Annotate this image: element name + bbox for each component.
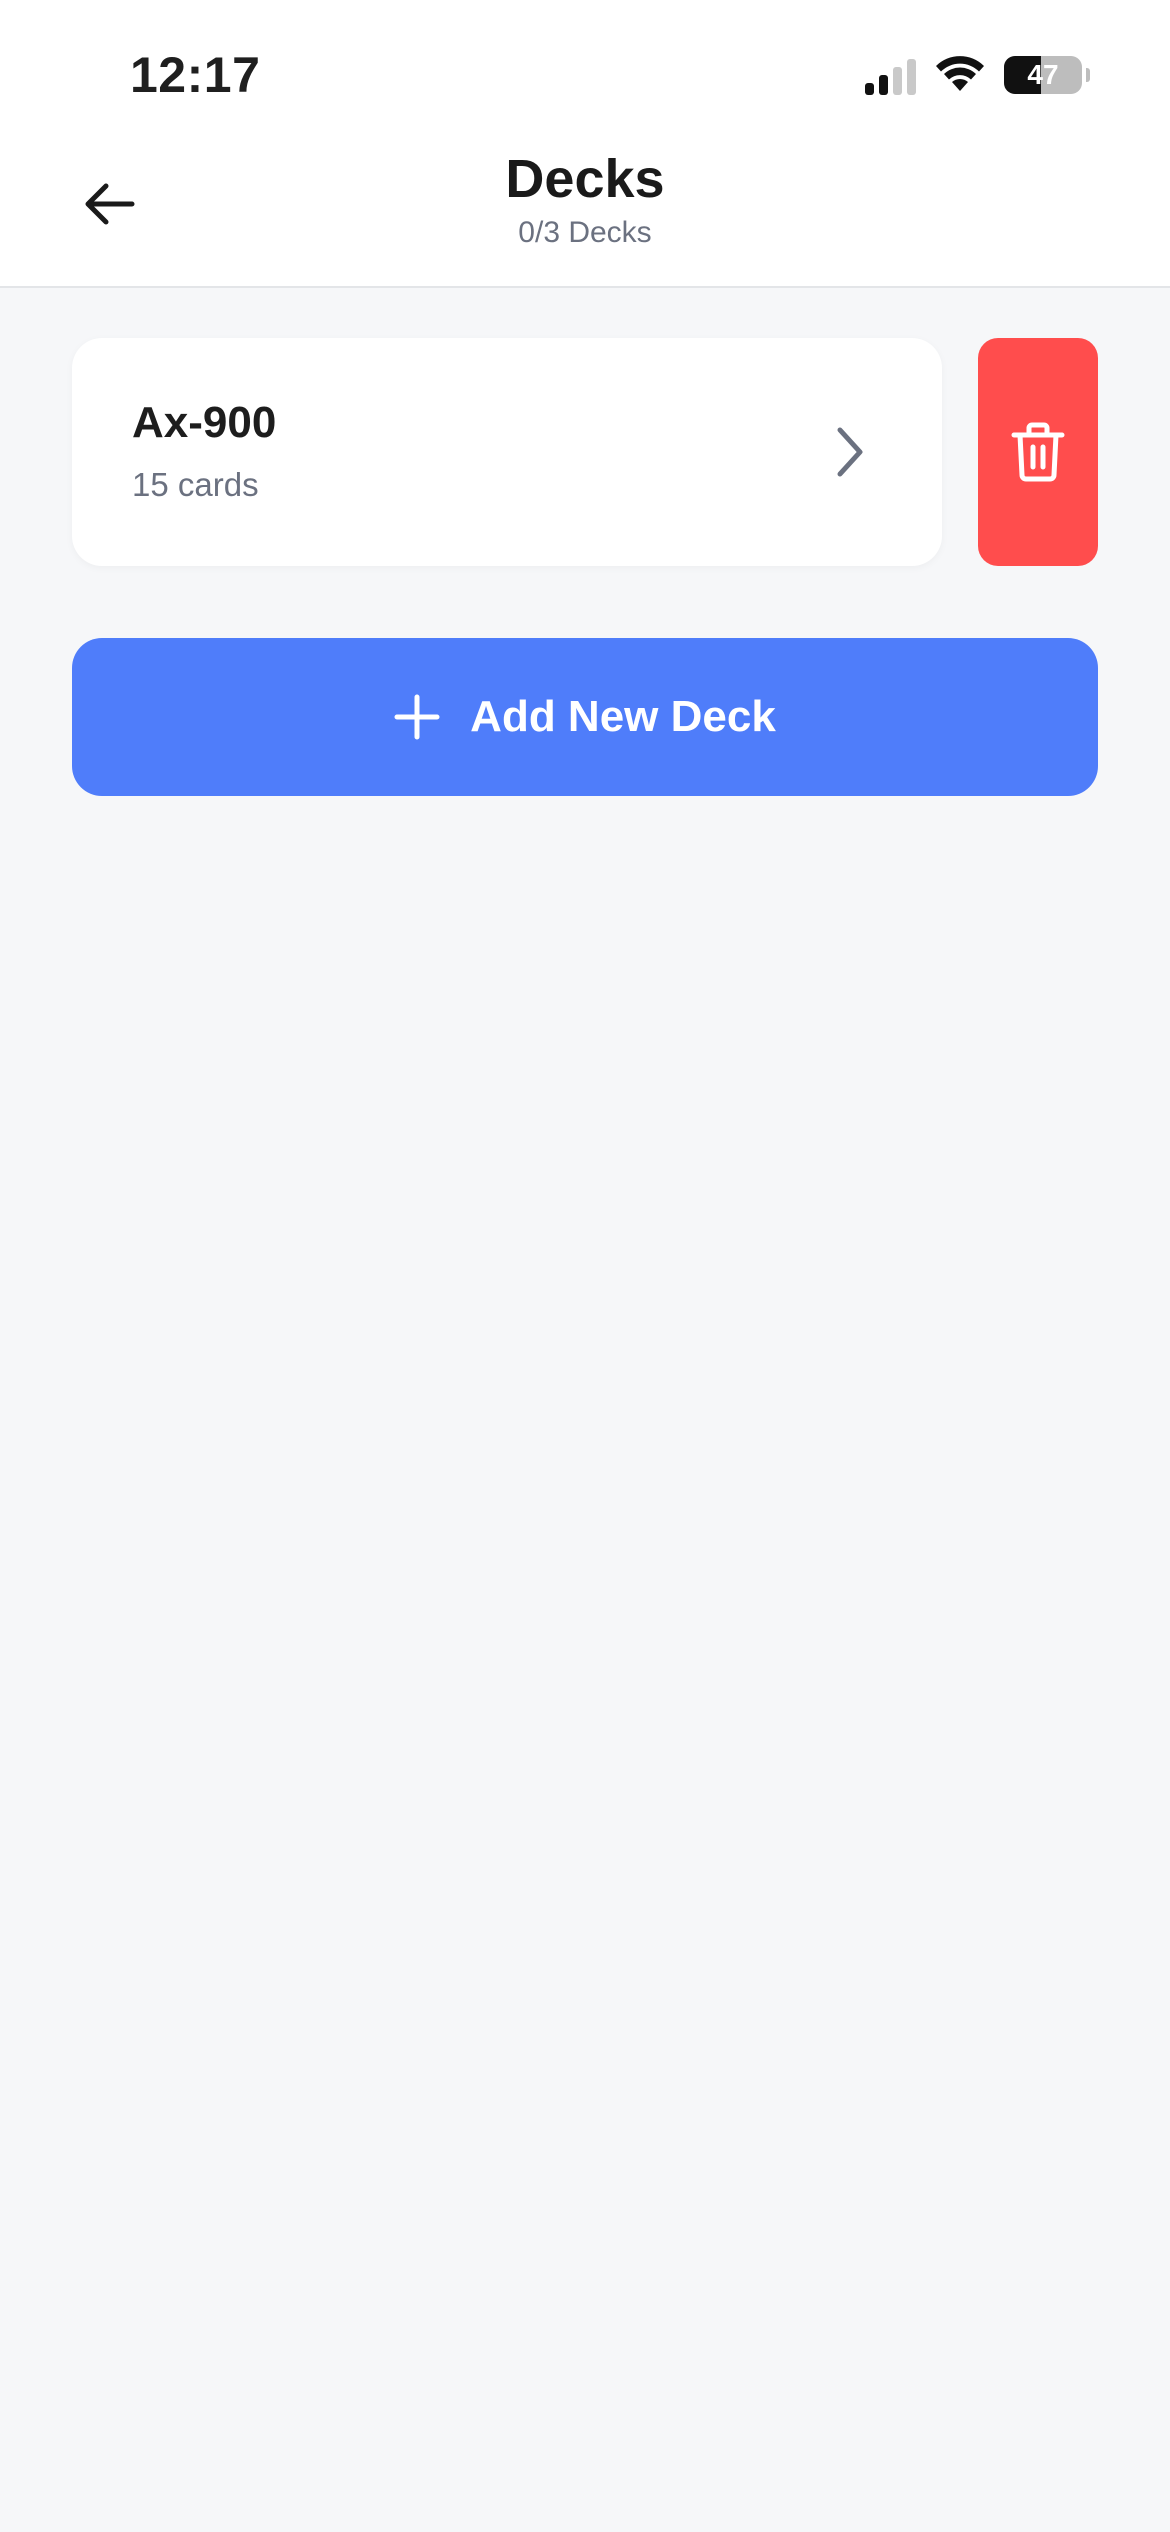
battery-level: 47	[1027, 59, 1059, 90]
cellular-signal-icon	[865, 55, 916, 95]
trash-icon	[1011, 422, 1065, 482]
status-time: 12:17	[130, 47, 261, 103]
add-new-deck-label: Add New Deck	[470, 692, 776, 741]
battery-cap	[1086, 68, 1090, 82]
add-new-deck-button[interactable]: Add New Deck	[72, 638, 1098, 796]
deck-name: Ax-900	[132, 398, 277, 447]
battery-icon: 47	[1004, 56, 1082, 94]
deck-card-count: 15 cards	[132, 466, 259, 503]
nav-bar: Decks 0/3 Decks	[0, 140, 1170, 288]
deck-limit-subtitle: 0/3 Decks	[518, 216, 652, 249]
wifi-icon	[934, 55, 986, 95]
status-icons: 47	[865, 55, 1090, 95]
status-bar: 12:17 47	[0, 0, 1170, 140]
page-title: Decks	[505, 149, 665, 209]
delete-deck-button[interactable]	[978, 338, 1098, 566]
deck-card[interactable]: Ax-900 15 cards	[72, 338, 942, 566]
plus-icon	[394, 694, 440, 740]
chevron-right-icon	[837, 427, 863, 477]
deck-row: Ax-900 15 cards	[72, 338, 1098, 566]
